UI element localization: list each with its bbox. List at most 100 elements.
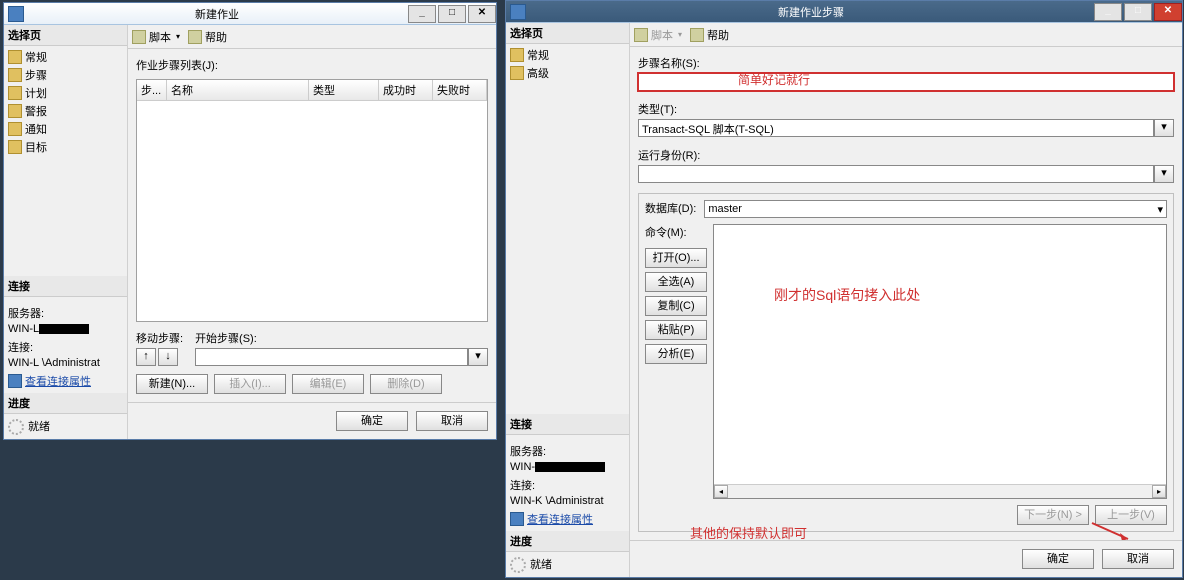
page-notifications[interactable]: 通知 bbox=[6, 120, 125, 138]
window-title: 新建作业步骤 bbox=[530, 4, 1092, 20]
type-row: 类型(T): Transact-SQL 脚本(T-SQL)▾ bbox=[638, 101, 1174, 137]
scroll-right-icon[interactable]: ▸ bbox=[1152, 485, 1166, 498]
help-button[interactable]: 帮助 bbox=[188, 29, 227, 45]
paste-button[interactable]: 粘贴(P) bbox=[645, 320, 707, 340]
runas-select[interactable] bbox=[638, 165, 1154, 183]
selectall-button[interactable]: 全选(A) bbox=[645, 272, 707, 292]
page-steps[interactable]: 步骤 bbox=[6, 66, 125, 84]
toolbar: 脚本 帮助 bbox=[630, 23, 1182, 47]
app-icon bbox=[8, 6, 24, 22]
move-down-button[interactable]: ↓ bbox=[158, 348, 178, 366]
dropdown-icon: ▾ bbox=[1157, 203, 1163, 216]
app-icon bbox=[510, 4, 526, 20]
view-connection-link[interactable]: 查看连接属性 bbox=[510, 511, 625, 527]
help-button[interactable]: 帮助 bbox=[690, 27, 729, 43]
script-button[interactable]: 脚本 bbox=[634, 27, 682, 43]
step-list-label: 作业步骤列表(J): bbox=[136, 57, 488, 73]
page-list: 常规 步骤 计划 警报 通知 目标 bbox=[4, 46, 127, 276]
dropdown-icon[interactable]: ▾ bbox=[1154, 119, 1174, 137]
arrow-annotation bbox=[1092, 523, 1132, 540]
connection-info: 服务器: WIN- 连接: WIN-K \Administrat 查看连接属性 bbox=[506, 435, 629, 531]
command-buttons: 打开(O)... 全选(A) 复制(C) 粘贴(P) 分析(E) bbox=[645, 248, 707, 364]
scroll-left-icon[interactable]: ◂ bbox=[714, 485, 728, 498]
page-schedules[interactable]: 计划 bbox=[6, 84, 125, 102]
copy-button[interactable]: 复制(C) bbox=[645, 296, 707, 316]
cancel-button[interactable]: 取消 bbox=[1102, 549, 1174, 569]
page-icon bbox=[8, 140, 22, 154]
ok-button[interactable]: 确定 bbox=[336, 411, 408, 431]
page-alerts[interactable]: 警报 bbox=[6, 102, 125, 120]
new-step-button[interactable]: 新建(N)... bbox=[136, 374, 208, 394]
dialog-body: 选择页 常规 高级 连接 服务器: WIN- 连接: WIN-K \Admini… bbox=[506, 23, 1182, 577]
page-targets[interactable]: 目标 bbox=[6, 138, 125, 156]
progress-header: 进度 bbox=[506, 531, 629, 552]
minimize-button[interactable]: _ bbox=[1094, 3, 1122, 21]
titlebar[interactable]: 新建作业 _ □ ✕ bbox=[4, 3, 496, 25]
window-buttons: _ □ ✕ bbox=[1092, 3, 1182, 21]
col-step[interactable]: 步... bbox=[137, 80, 167, 100]
start-step-select[interactable] bbox=[195, 348, 468, 366]
content-area: 步骤名称(S): 简单好记就行 类型(T): Transact-SQL 脚本(T… bbox=[630, 47, 1182, 540]
dropdown-icon[interactable]: ▾ bbox=[1154, 165, 1174, 183]
right-pane: 脚本 帮助 步骤名称(S): 简单好记就行 类型(T): Transact-SQ… bbox=[630, 23, 1182, 577]
window-title: 新建作业 bbox=[28, 6, 406, 22]
left-pane: 选择页 常规 步骤 计划 警报 通知 目标 连接 服务器: WIN-L 连接: … bbox=[4, 25, 128, 439]
progress-status: 就绪 bbox=[28, 421, 50, 433]
minimize-button[interactable]: _ bbox=[408, 5, 436, 23]
parse-button[interactable]: 分析(E) bbox=[645, 344, 707, 364]
prev-button[interactable]: 上一步(V) bbox=[1095, 505, 1167, 525]
insert-step-button[interactable]: 插入(I)... bbox=[214, 374, 286, 394]
dropdown-icon[interactable]: ▾ bbox=[468, 348, 488, 366]
ok-button[interactable]: 确定 bbox=[1022, 549, 1094, 569]
page-general[interactable]: 常规 bbox=[508, 46, 627, 64]
database-row: 数据库(D): master▾ bbox=[645, 200, 1167, 218]
annotation-bottom: 其他的保持默认即可 bbox=[690, 523, 807, 540]
page-icon bbox=[8, 68, 22, 82]
help-icon bbox=[188, 30, 202, 44]
progress-info: 就绪 bbox=[506, 552, 629, 577]
page-list: 常规 高级 bbox=[506, 44, 629, 414]
server-value: WIN-L bbox=[8, 323, 123, 335]
delete-step-button[interactable]: 删除(D) bbox=[370, 374, 442, 394]
col-type[interactable]: 类型 bbox=[309, 80, 379, 100]
type-select[interactable]: Transact-SQL 脚本(T-SQL) bbox=[638, 119, 1154, 137]
view-connection-link[interactable]: 查看连接属性 bbox=[8, 373, 123, 389]
right-pane: 脚本 帮助 作业步骤列表(J): 步... 名称 类型 成功时 失败时 移动 bbox=[128, 25, 496, 439]
close-button[interactable]: ✕ bbox=[468, 5, 496, 23]
command-textarea[interactable] bbox=[714, 225, 1166, 484]
close-button[interactable]: ✕ bbox=[1154, 3, 1182, 21]
connection-value: WIN-K \Administrat bbox=[510, 495, 625, 507]
dialog-new-job-step: 新建作业步骤 _ □ ✕ 选择页 常规 高级 连接 服务器: WIN- 连接: … bbox=[505, 0, 1183, 578]
col-name[interactable]: 名称 bbox=[167, 80, 309, 100]
progress-info: 就绪 bbox=[4, 414, 127, 439]
spinner-icon bbox=[8, 419, 24, 435]
page-icon bbox=[8, 122, 22, 136]
titlebar[interactable]: 新建作业步骤 _ □ ✕ bbox=[506, 1, 1182, 23]
col-fail[interactable]: 失败时 bbox=[433, 80, 487, 100]
edit-step-button[interactable]: 编辑(E) bbox=[292, 374, 364, 394]
annotation-step-name: 简单好记就行 bbox=[738, 71, 810, 88]
h-scrollbar[interactable]: ◂ ▸ bbox=[714, 484, 1166, 498]
col-success[interactable]: 成功时 bbox=[379, 80, 433, 100]
maximize-button[interactable]: □ bbox=[438, 5, 466, 23]
connection-info: 服务器: WIN-L 连接: WIN-L \Administrat 查看连接属性 bbox=[4, 297, 127, 393]
page-general[interactable]: 常规 bbox=[6, 48, 125, 66]
database-select[interactable]: master▾ bbox=[704, 200, 1167, 218]
page-advanced[interactable]: 高级 bbox=[508, 64, 627, 82]
move-up-button[interactable]: ↑ bbox=[136, 348, 156, 366]
toolbar: 脚本 帮助 bbox=[128, 25, 496, 49]
page-icon bbox=[510, 66, 524, 80]
command-editor[interactable]: 刚才的Sql语句拷入此处 ◂ ▸ bbox=[713, 224, 1167, 499]
next-button[interactable]: 下一步(N) > bbox=[1017, 505, 1089, 525]
step-buttons: 新建(N)... 插入(I)... 编辑(E) 删除(D) bbox=[136, 374, 488, 394]
annotation-command: 刚才的Sql语句拷入此处 bbox=[774, 285, 920, 305]
cancel-button[interactable]: 取消 bbox=[416, 411, 488, 431]
step-name-input[interactable] bbox=[638, 73, 1174, 91]
step-table[interactable]: 步... 名称 类型 成功时 失败时 bbox=[136, 79, 488, 322]
maximize-button[interactable]: □ bbox=[1124, 3, 1152, 21]
connection-header: 连接 bbox=[506, 414, 629, 435]
open-button[interactable]: 打开(O)... bbox=[645, 248, 707, 268]
connection-value: WIN-L \Administrat bbox=[8, 357, 123, 369]
script-button[interactable]: 脚本 bbox=[132, 29, 180, 45]
content-area: 作业步骤列表(J): 步... 名称 类型 成功时 失败时 移动步骤: ↑ bbox=[128, 49, 496, 402]
